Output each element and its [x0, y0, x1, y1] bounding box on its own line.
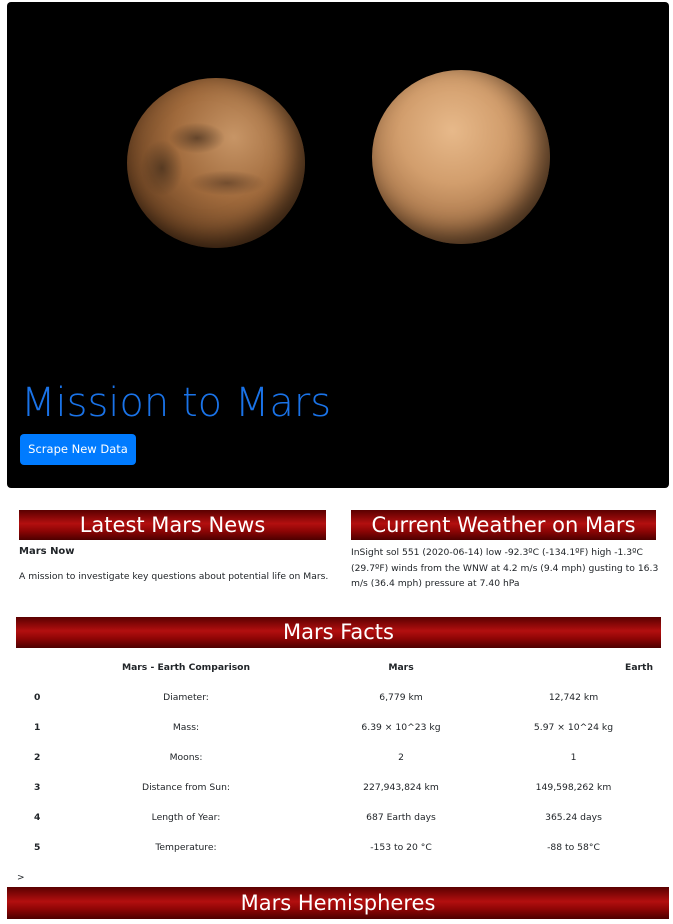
row-label: Diameter:: [163, 691, 209, 703]
facts-header-index: [16, 652, 56, 682]
page-title: Mission to Mars: [21, 380, 332, 426]
table-row: 5 Temperature: -153 to 20 °C -88 to 58°C: [16, 832, 661, 862]
row-mars-value: 687 Earth days: [366, 811, 436, 823]
weather-text: InSight sol 551 (2020-06-14) low -92.3ºC…: [351, 547, 659, 589]
row-earth-value: 149,598,262 km: [535, 781, 612, 793]
news-title: Mars Now: [19, 546, 75, 557]
table-row: 3 Distance from Sun: 227,943,824 km 149,…: [16, 772, 661, 802]
facts-header-comparison: Mars - Earth Comparison: [121, 661, 251, 673]
news-paragraph: A mission to investigate key questions a…: [19, 571, 329, 582]
row-mars-value: 6.39 × 10^23 kg: [361, 721, 441, 733]
table-row: 1 Mass: 6.39 × 10^23 kg 5.97 × 10^24 kg: [16, 712, 661, 742]
facts-header-row: Mars - Earth Comparison Mars Earth: [16, 652, 661, 682]
row-earth-value: 1: [570, 751, 577, 763]
row-mars-value: -153 to 20 °C: [370, 841, 432, 853]
row-label: Mass:: [172, 721, 200, 733]
facts-header-earth: Earth: [625, 661, 653, 673]
row-label: Moons:: [169, 751, 203, 763]
mars-globe-image-right: [372, 70, 550, 244]
row-label: Temperature:: [155, 841, 217, 853]
row-earth-value: 5.97 × 10^24 kg: [533, 721, 614, 733]
table-row: 4 Length of Year: 687 Earth days 365.24 …: [16, 802, 661, 832]
table-row: 0 Diameter: 6,779 km 12,742 km: [16, 682, 661, 712]
mars-hemispheres-heading: Mars Hemispheres: [7, 887, 669, 919]
row-index: 5: [34, 841, 41, 853]
row-earth-value: 365.24 days: [545, 811, 602, 823]
row-label: Distance from Sun:: [142, 781, 230, 793]
facts-header-mars: Mars: [388, 661, 414, 673]
row-mars-value: 227,943,824 km: [363, 781, 439, 793]
row-mars-value: 6,779 km: [379, 691, 423, 703]
page: Mission to Mars Scrape New Data Latest M…: [0, 0, 673, 924]
row-earth-value: -88 to 58°C: [547, 841, 600, 853]
row-index: 0: [34, 691, 41, 703]
row-index: 2: [34, 751, 41, 763]
mars-facts-heading: Mars Facts: [16, 617, 661, 648]
stray-text: >: [17, 873, 25, 883]
weather-heading: Current Weather on Mars: [351, 510, 656, 540]
row-index: 4: [34, 811, 41, 823]
scrape-new-data-button[interactable]: Scrape New Data: [20, 434, 136, 465]
mars-facts-table: Mars - Earth Comparison Mars Earth 0 Dia…: [16, 652, 661, 862]
row-mars-value: 2: [398, 751, 404, 763]
mars-globe-image-left: [127, 78, 305, 248]
table-row: 2 Moons: 2 1: [16, 742, 661, 772]
row-index: 3: [34, 781, 41, 793]
row-index: 1: [34, 721, 41, 733]
latest-news-heading: Latest Mars News: [19, 510, 326, 540]
row-label: Length of Year:: [151, 811, 221, 823]
row-earth-value: 12,742 km: [548, 691, 599, 703]
hero-jumbotron: Mission to Mars Scrape New Data: [7, 2, 669, 488]
